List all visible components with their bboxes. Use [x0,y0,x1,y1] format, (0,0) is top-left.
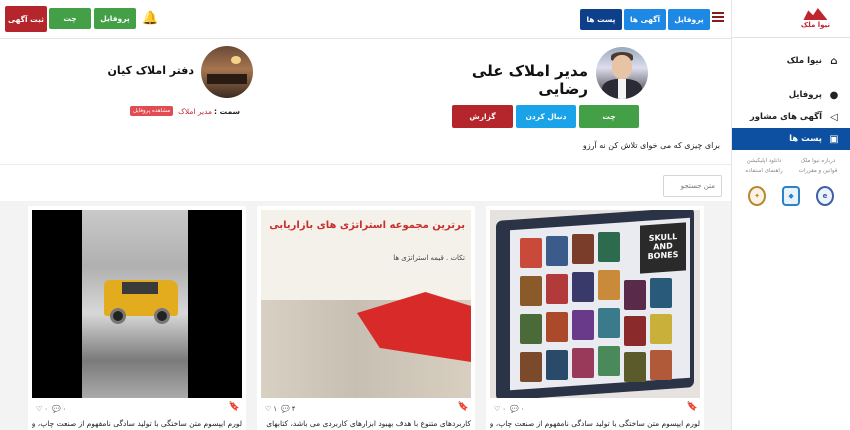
sidebar-item-advisor-ads[interactable]: ◁ آگهی های مشاور [732,106,850,128]
page: نیوا ملک ⌂ نیوا ملک ● پروفایل ◁ آگهی های… [0,0,850,430]
sidebar-item-profile[interactable]: ● پروفایل [732,84,850,106]
view-profile-button[interactable]: مشاهده پروفایل [130,106,174,116]
nav-ads-button[interactable]: آگهی ها [624,9,666,30]
samandehi-badge-icon[interactable]: ◆ [782,186,800,206]
union-badge-icon[interactable]: ✦ [748,186,766,206]
comment-icon[interactable]: 💬 [52,405,61,413]
follow-button[interactable]: دنبال کردن [516,105,576,128]
comments[interactable]: 💬 ۴ [281,405,295,413]
bookmark-icon[interactable]: 🔖 [687,402,698,412]
bookmark-icon[interactable]: 🔖 [229,402,240,412]
menu-icon[interactable] [712,12,724,22]
office-name[interactable]: دفتر املاک کیان [100,64,194,77]
heart-icon[interactable]: ♡ [265,405,271,413]
post-card[interactable]: ♡ ۰ 💬 ۰ 🔖 لورم ایپسوم متن ساختگی با تولید … [28,206,246,430]
post-thumbnail[interactable] [32,210,242,398]
search-input[interactable]: متن جستجو [663,175,722,197]
agent-avatar [596,47,648,99]
link-about[interactable]: درباره نیوا ملک [794,158,842,164]
post-card[interactable]: SKULL AND BONES ♡ ۰ 💬 ۰ 🔖 لورم ایپسوم مت… [486,206,704,430]
comment-count: ۰ [520,405,525,413]
like-count: ۱ [273,405,278,413]
book-subtitle: تکات . قیمه استراتژی ها [393,254,465,262]
sidebar-item-label: آگهی های مشاور [749,112,822,122]
post-actions: ♡ ۰ 💬 ۰ 🔖 [32,402,242,416]
image-icon: ▣ [829,133,839,145]
heart-icon[interactable]: ♡ [36,405,42,413]
chat-button[interactable]: چت [579,105,639,128]
post-ad-button[interactable]: ثبت آگهی [5,6,47,32]
nav-profile-button[interactable]: پروفایل [668,9,710,30]
bookmark-icon[interactable]: 🔖 [458,402,469,412]
link-rules[interactable]: قوانین و مقررات [794,168,842,174]
role-value: مدیر املاک [178,106,213,116]
report-button[interactable]: گزارش [452,105,513,128]
sidebar: نیوا ملک ⌂ نیوا ملک ● پروفایل ◁ آگهی های… [731,0,850,430]
post-card[interactable]: برترین مجموعه استراتژی های بازاریابی تکا… [257,206,475,430]
top-header: پروفایل آگهی ها پست ها 🔔 پروفایل چت ثبت … [0,0,731,39]
sidebar-item-label: پست ها [789,134,822,144]
sidebar-item-label: پروفایل [788,90,822,100]
post-actions: ♡ ۰ 💬 ۰ 🔖 [490,402,700,416]
comments[interactable]: 💬 ۰ [52,405,66,413]
sidebar-item-home[interactable]: ⌂ نیوا ملک [732,50,850,72]
like-count: ۰ [44,405,49,413]
post-actions: ♡ ۱ 💬 ۴ 🔖 [261,402,471,416]
footer-links: درباره نیوا ملک دانلود اپلیکیشن قوانین و… [732,150,850,174]
likes[interactable]: ♡ ۰ [36,405,48,413]
header-profile-button[interactable]: پروفایل [94,8,136,29]
post-thumbnail[interactable]: SKULL AND BONES [490,210,700,398]
book-title: برترین مجموعه استراتژی های بازاریابی [269,220,465,231]
agent-bio: برای چیزی که می خوای تلاش کن نه آرزو [582,141,720,150]
divider [0,164,731,165]
post-caption: لورم ایپسوم متن ساختگی با تولید سادگی نا… [490,419,700,428]
sidebar-item-posts[interactable]: ▣ پست ها [732,128,850,150]
post-caption: لورم ایپسوم متن ساختگی با تولید سادگی نا… [32,419,242,428]
home-icon: ⌂ [830,55,838,67]
post-caption: کاربردهای متنوع با هدف بهبود ابزارهای کا… [266,419,471,428]
header-chat-button[interactable]: چت [49,8,91,29]
office-avatar[interactable] [201,46,253,98]
agent-name: مدیر املاک علی رضایی [471,62,588,98]
enamad-badge-icon[interactable]: e [816,186,834,206]
comment-count: ۰ [62,405,67,413]
nav-posts-button[interactable]: پست ها [580,9,622,30]
role-line: سمت : مدیر املاک مشاهده پروفایل [130,106,240,116]
comment-icon[interactable]: 💬 [281,405,290,413]
comment-count: ۴ [291,405,296,413]
heart-icon[interactable]: ♡ [494,405,500,413]
trust-badges: e ◆ ✦ [732,174,850,206]
user-icon: ● [829,89,839,101]
logo[interactable]: نیوا ملک [732,0,850,38]
sidebar-item-label: نیوا ملک [786,56,822,66]
comments[interactable]: 💬 ۰ [510,405,524,413]
logo-text: نیوا ملک [800,21,830,29]
logo-mark-icon [803,8,828,20]
link-download-app[interactable]: دانلود اپلیکیشن [740,158,788,164]
bell-icon[interactable]: 🔔 [142,12,158,26]
post-thumbnail[interactable]: برترین مجموعه استراتژی های بازاریابی تکا… [261,210,471,398]
link-guide[interactable]: راهنمای استفاده [740,168,788,174]
role-label: سمت : [214,106,240,116]
megaphone-icon: ◁ [830,111,838,123]
comment-icon[interactable]: 💬 [510,405,519,413]
like-count: ۰ [502,405,507,413]
likes[interactable]: ♡ ۰ [494,405,506,413]
likes[interactable]: ♡ ۱ [265,405,277,413]
movie-title: SKULL AND BONES [640,222,686,274]
